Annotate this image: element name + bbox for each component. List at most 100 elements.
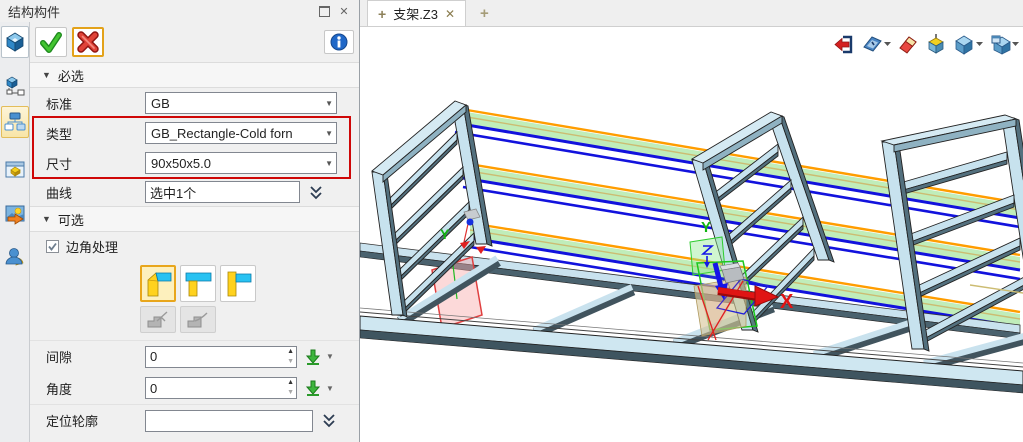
viewport-toolbar: [832, 32, 1020, 56]
corner-option-miter[interactable]: [140, 265, 176, 302]
collapse-arrow-icon: ▼: [42, 70, 51, 80]
sidebar-item-assembly[interactable]: [1, 70, 29, 102]
tab-title: 支架.Z3: [393, 4, 438, 23]
standard-value: GB: [151, 96, 323, 111]
panel-restore-button[interactable]: [317, 4, 331, 18]
corner-treatment-row: 边角处理: [30, 232, 359, 260]
section-required[interactable]: ▼ 必选: [30, 62, 359, 88]
panel-close-button[interactable]: ✕: [337, 4, 351, 18]
display-mode-button[interactable]: [952, 32, 984, 56]
expand-double-chevron-icon[interactable]: [308, 185, 324, 200]
corner-option-group: [30, 260, 359, 306]
panel-title: 结构构件: [8, 2, 311, 21]
axis-x-label: X: [780, 291, 794, 313]
restore-icon: [319, 6, 330, 17]
tab-close-icon[interactable]: ✕: [445, 7, 455, 21]
eraser-button[interactable]: [896, 32, 920, 56]
view-window-icon: [4, 159, 26, 181]
chevron-down-icon[interactable]: ▼: [326, 352, 334, 361]
type-value: GB_Rectangle-Cold forn: [151, 126, 323, 141]
window-cube-button[interactable]: [988, 32, 1020, 56]
exit-button[interactable]: [832, 32, 856, 56]
angle-spinner[interactable]: ▲▼: [287, 379, 294, 396]
miter-corner-icon: [144, 270, 172, 297]
pin-cube-button[interactable]: [924, 32, 948, 56]
angle-label: 角度: [46, 379, 145, 398]
field-row-standard: 标准 GB ▼: [30, 88, 359, 118]
main-area: + 支架.Z3 ✕ +: [360, 0, 1023, 442]
command-toolbar: [30, 22, 359, 62]
butt-vertical-icon: [224, 270, 252, 297]
sidebar-item-history[interactable]: [1, 106, 29, 138]
type-combobox[interactable]: GB_Rectangle-Cold forn ▼: [145, 122, 337, 144]
chevron-down-icon: ▼: [323, 129, 333, 138]
field-row-curve: 曲线: [30, 178, 359, 206]
curve-input[interactable]: [145, 181, 300, 203]
eraser-icon: [897, 33, 919, 55]
size-label: 尺寸: [46, 154, 145, 173]
structural-member-panel: 结构构件 ✕: [0, 0, 360, 442]
new-tab-button[interactable]: +: [480, 0, 489, 26]
axis-y-label: Y: [701, 219, 711, 236]
butt-horizontal-icon: [184, 270, 212, 297]
sidebar-item-shape[interactable]: [1, 26, 29, 58]
corner-option-butt-horizontal[interactable]: [180, 265, 216, 302]
history-manager-icon: [4, 111, 26, 133]
sidebar-item-view[interactable]: [1, 154, 29, 186]
section-optional[interactable]: ▼ 可选: [30, 206, 359, 232]
assembly-tree-icon: [4, 75, 26, 97]
inherit-value-icon[interactable]: [303, 378, 323, 398]
trim-option-b[interactable]: [180, 306, 216, 333]
pin-cube-icon: [925, 33, 947, 55]
cancel-x-icon: [76, 30, 100, 54]
cube-icon: [4, 31, 26, 53]
field-row-size: 尺寸 90x50x5.0 ▼: [30, 148, 359, 178]
inherit-value-icon[interactable]: [303, 347, 323, 367]
size-combobox[interactable]: 90x50x5.0 ▼: [145, 152, 337, 174]
axis-y-label-left: Y: [440, 226, 450, 242]
role-person-icon: [4, 245, 26, 267]
info-button[interactable]: [324, 30, 354, 54]
ok-button[interactable]: [35, 27, 67, 57]
render-image-icon: [4, 203, 26, 225]
curve-label: 曲线: [46, 183, 145, 202]
panel-titlebar: 结构构件 ✕: [0, 0, 359, 22]
zw3d-application: 结构构件 ✕: [0, 0, 1023, 442]
trim-corner-round-icon: [185, 309, 211, 331]
field-row-angle: 角度 ▲▼ ▼: [30, 372, 359, 404]
cancel-button[interactable]: [72, 27, 104, 57]
expand-double-chevron-icon[interactable]: [321, 413, 337, 428]
view-plane-button[interactable]: [860, 32, 892, 56]
standard-combobox[interactable]: GB ▼: [145, 92, 337, 114]
field-row-gap: 间隙 ▲▼ ▼: [30, 340, 359, 372]
corner-option-butt-vertical[interactable]: [220, 265, 256, 302]
field-row-profile: 定位轮廓: [30, 404, 359, 436]
shaded-cube-icon: [953, 33, 983, 55]
trim-option-a[interactable]: [140, 306, 176, 333]
corner-trim-group: [30, 306, 359, 340]
chevron-down-icon: ▼: [323, 99, 333, 108]
sidebar-item-role[interactable]: [1, 240, 29, 272]
info-icon: [330, 33, 348, 51]
standard-label: 标准: [46, 94, 145, 113]
tab-document[interactable]: + 支架.Z3 ✕: [367, 0, 466, 26]
section-optional-label: 可选: [58, 210, 84, 229]
sidebar-item-visualize[interactable]: [1, 198, 29, 230]
3d-viewport[interactable]: X Y Y: [360, 27, 1023, 442]
section-required-label: 必选: [58, 66, 84, 85]
document-tabbar: + 支架.Z3 ✕ +: [360, 0, 1023, 27]
view-plane-icon: [861, 33, 891, 55]
exit-icon: [833, 33, 855, 55]
profile-label: 定位轮廓: [46, 411, 145, 430]
gap-spinner[interactable]: ▲▼: [287, 348, 294, 365]
manager-icon-strip: [0, 22, 30, 442]
scene-canvas[interactable]: X Y Y: [360, 27, 1023, 442]
chevron-down-icon[interactable]: ▼: [326, 384, 334, 393]
angle-input[interactable]: [145, 377, 297, 399]
trim-corner-icon: [145, 309, 171, 331]
profile-input[interactable]: [145, 410, 313, 432]
gap-input[interactable]: [145, 346, 297, 368]
gap-label: 间隙: [46, 347, 145, 366]
collapse-arrow-icon: ▼: [42, 214, 51, 224]
corner-treatment-checkbox[interactable]: [46, 240, 59, 253]
